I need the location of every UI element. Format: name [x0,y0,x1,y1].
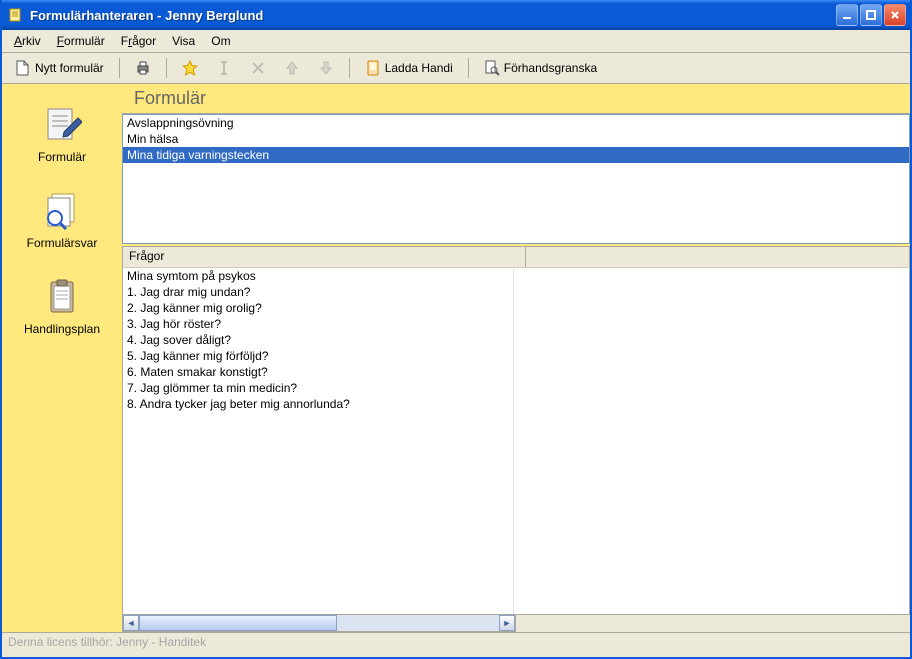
questions-column-header-2[interactable] [526,247,538,267]
question-item[interactable]: Mina symtom på psykos [123,268,513,284]
forms-header: Formulär [122,84,910,114]
sidebar-item-label: Handlingsplan [24,322,100,336]
questions-column-header[interactable]: Frågor [123,247,526,267]
question-item[interactable]: 4. Jag sover dåligt? [123,332,513,348]
sidebar: Formulär Formulärsvar [2,84,122,632]
toolbar: Nytt formulär [2,53,910,84]
horizontal-scrollbar[interactable]: ◄ ► [122,615,516,632]
preview-label: Förhandsgranska [504,61,597,75]
sidebar-item-label: Formulärsvar [27,236,98,250]
question-item[interactable]: 8. Andra tycker jag beter mig annorlunda… [123,396,513,412]
sidebar-item-formularsvar[interactable]: Formulärsvar [2,190,122,250]
questions-header-row: Frågor [122,246,910,268]
toolbar-separator [119,58,120,78]
questions-section: Frågor Mina symtom på psykos1. Jag drar … [122,244,910,632]
printer-icon [135,60,151,76]
questions-list[interactable]: Mina symtom på psykos1. Jag drar mig und… [123,268,514,614]
close-button[interactable] [884,4,906,26]
question-item[interactable]: 1. Jag drar mig undan? [123,284,513,300]
new-form-button[interactable]: Nytt formulär [8,57,111,79]
app-icon [8,7,24,23]
status-text: Denna licens tillhör: Jenny - Handitek [8,635,206,649]
toolbar-separator [166,58,167,78]
arrow-down-icon [318,60,334,76]
body: Formulär Formulärsvar [2,84,910,632]
star-icon [182,60,198,76]
form-list-item[interactable]: Avslappningsövning [123,115,909,131]
question-item[interactable]: 5. Jag känner mig förföljd? [123,348,513,364]
window-controls [836,4,906,26]
text-cursor-icon [216,60,232,76]
magnifier-page-icon [484,60,500,76]
sidebar-item-label: Formulär [38,150,86,164]
star-button[interactable] [175,57,205,79]
move-down-button[interactable] [311,57,341,79]
delete-button[interactable] [243,57,273,79]
question-item[interactable]: 7. Jag glömmer ta min medicin? [123,380,513,396]
form-list-item[interactable]: Min hälsa [123,131,909,147]
maximize-button[interactable] [860,4,882,26]
maximize-icon [866,10,876,20]
sidebar-item-formular[interactable]: Formulär [2,104,122,164]
toolbar-separator [349,58,350,78]
forms-listbox[interactable]: AvslappningsövningMin hälsaMina tidiga v… [122,114,910,244]
minimize-icon [842,10,852,20]
close-icon [890,10,900,20]
minimize-button[interactable] [836,4,858,26]
ladda-handi-label: Ladda Handi [385,61,453,75]
question-item[interactable]: 3. Jag hör röster? [123,316,513,332]
question-item[interactable]: 2. Jag känner mig orolig? [123,300,513,316]
menu-visa[interactable]: Visa [164,32,203,50]
question-item[interactable]: 6. Maten smakar konstigt? [123,364,513,380]
form-list-item[interactable]: Mina tidiga varningstecken [123,147,909,163]
new-form-label: Nytt formulär [35,61,104,75]
menu-om[interactable]: Om [203,32,238,50]
ladda-handi-button[interactable]: Ladda Handi [358,57,460,79]
menu-formular[interactable]: Formulär [49,32,113,50]
x-icon [250,60,266,76]
questions-right-column [514,268,909,614]
main: Formulär AvslappningsövningMin hälsaMina… [122,84,910,632]
window-title: Formulärhanteraren - Jenny Berglund [30,8,836,23]
move-up-button[interactable] [277,57,307,79]
statusbar: Denna licens tillhör: Jenny - Handitek [2,632,910,657]
questions-body: Mina symtom på psykos1. Jag drar mig und… [122,268,910,615]
device-icon [365,60,381,76]
titlebar: Formulärhanteraren - Jenny Berglund [2,0,910,30]
app-window: Formulärhanteraren - Jenny Berglund Arki… [0,0,912,659]
text-cursor-button[interactable] [209,57,239,79]
preview-button[interactable]: Förhandsgranska [477,57,604,79]
print-button[interactable] [128,57,158,79]
scroll-right-arrow[interactable]: ► [499,615,515,631]
menu-fragor[interactable]: Frågor [113,32,164,50]
scrollbar-thumb[interactable] [139,615,337,631]
clipboard-icon [42,276,82,316]
arrow-up-icon [284,60,300,76]
scroll-left-arrow[interactable]: ◄ [123,615,139,631]
new-file-icon [15,60,31,76]
form-icon [42,104,82,144]
menu-arkiv[interactable]: Arkiv [6,32,49,50]
toolbar-separator [468,58,469,78]
menubar: Arkiv Formulär Frågor Visa Om [2,30,910,53]
sidebar-item-handlingsplan[interactable]: Handlingsplan [2,276,122,336]
scrollbar-track[interactable] [139,615,499,631]
form-answers-icon [42,190,82,230]
